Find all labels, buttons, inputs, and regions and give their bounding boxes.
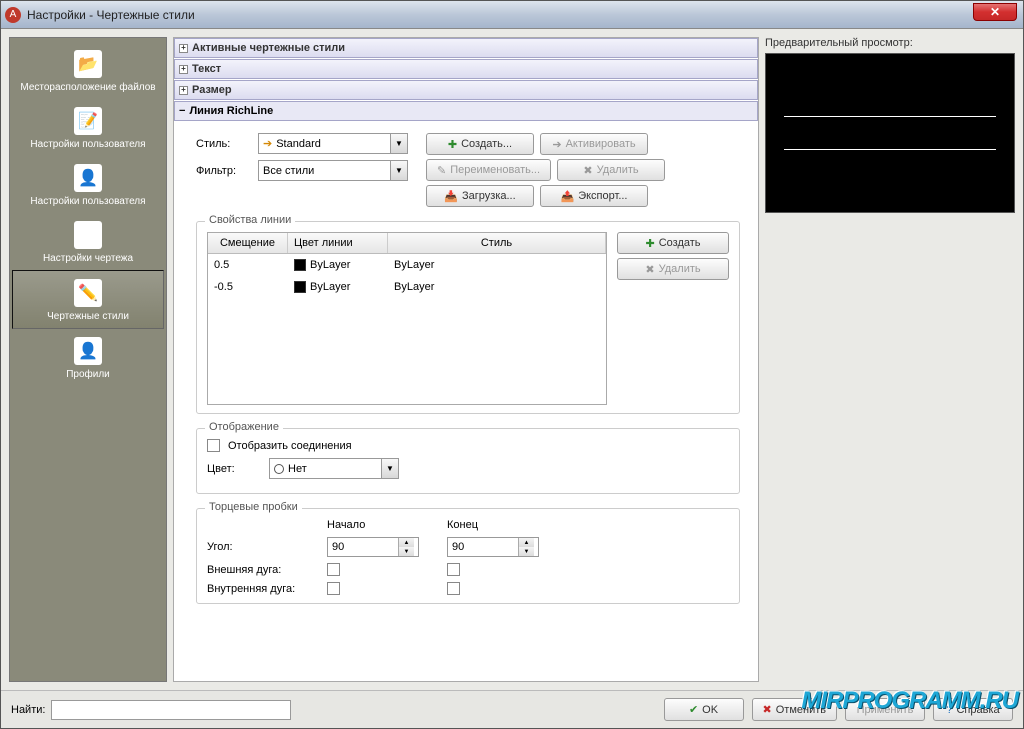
profile-icon: 👤: [74, 337, 102, 365]
folder-icon: 📂: [74, 50, 102, 78]
tree-label: Текст: [192, 63, 221, 75]
line-properties-group: Свойства линии Смещение Цвет линии Стиль: [196, 221, 740, 414]
inner-arc-label: Внутренняя дуга:: [207, 583, 317, 595]
show-connections-label: Отобразить соединения: [228, 440, 352, 452]
create-button[interactable]: ✚Создать...: [426, 133, 534, 155]
sidebar-item-draftingstyles[interactable]: ✏️ Чертежные стили: [12, 270, 164, 329]
category-sidebar: 📂 Месторасположение файлов 📝 Настройки п…: [9, 37, 167, 682]
table-row[interactable]: 0.5 ByLayer ByLayer: [208, 254, 606, 276]
outer-arc-end-checkbox[interactable]: [447, 563, 460, 576]
window-title: Настройки - Чертежные стили: [27, 8, 195, 22]
color-swatch: [294, 281, 306, 293]
app-icon: A: [5, 7, 21, 23]
angle-label: Угол:: [207, 541, 317, 553]
apply-button[interactable]: Применить: [845, 698, 925, 721]
style-value: Standard: [276, 138, 321, 150]
tree-label: Активные чертежные стили: [192, 42, 345, 54]
style-label: Стиль:: [196, 138, 250, 150]
col-style: Стиль: [388, 233, 606, 253]
activate-button[interactable]: ➔Активировать: [540, 133, 648, 155]
plus-icon[interactable]: +: [179, 44, 188, 53]
title-bar: A Настройки - Чертежные стили ✕: [1, 1, 1023, 29]
tools-icon: 🛠: [74, 221, 102, 249]
tree-node-active-styles[interactable]: + Активные чертежные стили: [174, 38, 758, 58]
preview-canvas: [765, 53, 1015, 213]
tree-label: Линия RichLine: [189, 105, 273, 117]
col-offset: Смещение: [208, 233, 288, 253]
preview-label: Предварительный просмотр:: [765, 37, 1015, 49]
delete-button[interactable]: ✖Удалить: [557, 159, 665, 181]
outer-arc-label: Внешняя дуга:: [207, 564, 317, 576]
col-end: Конец: [447, 519, 557, 531]
settings-icon: 📝: [74, 107, 102, 135]
plus-icon[interactable]: +: [179, 86, 188, 95]
display-color-combo[interactable]: Нет ▼: [269, 458, 399, 479]
chevron-down-icon[interactable]: ▼: [381, 459, 398, 478]
find-input[interactable]: [51, 700, 291, 720]
rename-button[interactable]: ✎Переименовать...: [426, 159, 551, 181]
col-start: Начало: [327, 519, 437, 531]
row-delete-button[interactable]: ✖Удалить: [617, 258, 729, 280]
show-connections-checkbox[interactable]: [207, 439, 220, 452]
load-button[interactable]: 📥Загрузка...: [426, 185, 534, 207]
sidebar-item-filelocations[interactable]: 📂 Месторасположение файлов: [10, 42, 166, 99]
filter-label: Фильтр:: [196, 165, 250, 177]
inner-arc-end-checkbox[interactable]: [447, 582, 460, 595]
inner-arc-start-checkbox[interactable]: [327, 582, 340, 595]
group-legend: Торцевые пробки: [205, 501, 302, 513]
tree-node-dimension[interactable]: + Размер: [174, 80, 758, 100]
minus-icon[interactable]: −: [179, 105, 185, 117]
chevron-down-icon[interactable]: ▼: [390, 134, 407, 153]
group-legend: Свойства линии: [205, 214, 295, 226]
down-icon[interactable]: ▼: [519, 547, 534, 556]
sidebar-item-drawingsettings[interactable]: 🛠 Настройки чертежа: [10, 213, 166, 270]
help-button[interactable]: ?Справка: [933, 698, 1013, 721]
angle-end-spinner[interactable]: ▲▼: [447, 537, 539, 557]
angle-start-spinner[interactable]: ▲▼: [327, 537, 419, 557]
table-row[interactable]: -0.5 ByLayer ByLayer: [208, 276, 606, 298]
up-icon[interactable]: ▲: [519, 538, 534, 547]
sidebar-item-label: Настройки пользователя: [30, 196, 145, 207]
color-swatch: [294, 259, 306, 271]
sidebar-item-profiles[interactable]: 👤 Профили: [10, 329, 166, 386]
color-label: Цвет:: [207, 463, 261, 475]
ok-button[interactable]: ✔OK: [664, 698, 744, 721]
plus-icon[interactable]: +: [179, 65, 188, 74]
sidebar-item-label: Настройки чертежа: [43, 253, 133, 264]
close-button[interactable]: ✕: [973, 3, 1017, 21]
row-create-button[interactable]: ✚Создать: [617, 232, 729, 254]
sidebar-item-label: Профили: [66, 369, 110, 380]
down-icon[interactable]: ▼: [399, 547, 414, 556]
sidebar-item-label: Настройки пользователя: [30, 139, 145, 150]
sidebar-item-label: Месторасположение файлов: [20, 82, 155, 93]
tree-node-text[interactable]: + Текст: [174, 59, 758, 79]
col-color: Цвет линии: [288, 233, 388, 253]
properties-table[interactable]: Смещение Цвет линии Стиль 0.5 ByLayer: [207, 232, 607, 405]
export-button[interactable]: 📤Экспорт...: [540, 185, 648, 207]
filter-combo[interactable]: Все стили ▼: [258, 160, 408, 181]
sidebar-item-usersettings2[interactable]: 👤 Настройки пользователя: [10, 156, 166, 213]
find-label: Найти:: [11, 704, 45, 716]
chevron-down-icon[interactable]: ▼: [390, 161, 407, 180]
sidebar-item-usersettings1[interactable]: 📝 Настройки пользователя: [10, 99, 166, 156]
user-icon: 👤: [74, 164, 102, 192]
cancel-button[interactable]: ✖Отменить: [752, 698, 837, 721]
tree-node-richline[interactable]: − Линия RichLine: [174, 101, 758, 121]
pencil-icon: ✏️: [74, 279, 102, 307]
group-legend: Отображение: [205, 421, 283, 433]
outer-arc-start-checkbox[interactable]: [327, 563, 340, 576]
dialog-footer: Найти: ✔OK ✖Отменить Применить ?Справка: [1, 690, 1023, 728]
display-group: Отображение Отобразить соединения Цвет: …: [196, 428, 740, 494]
style-combo[interactable]: ➔Standard ▼: [258, 133, 408, 154]
tree-label: Размер: [192, 84, 232, 96]
sidebar-item-label: Чертежные стили: [47, 311, 129, 322]
endcaps-group: Торцевые пробки Начало Конец Угол: ▲▼ ▲▼…: [196, 508, 740, 604]
filter-value: Все стили: [259, 165, 390, 177]
up-icon[interactable]: ▲: [399, 538, 414, 547]
